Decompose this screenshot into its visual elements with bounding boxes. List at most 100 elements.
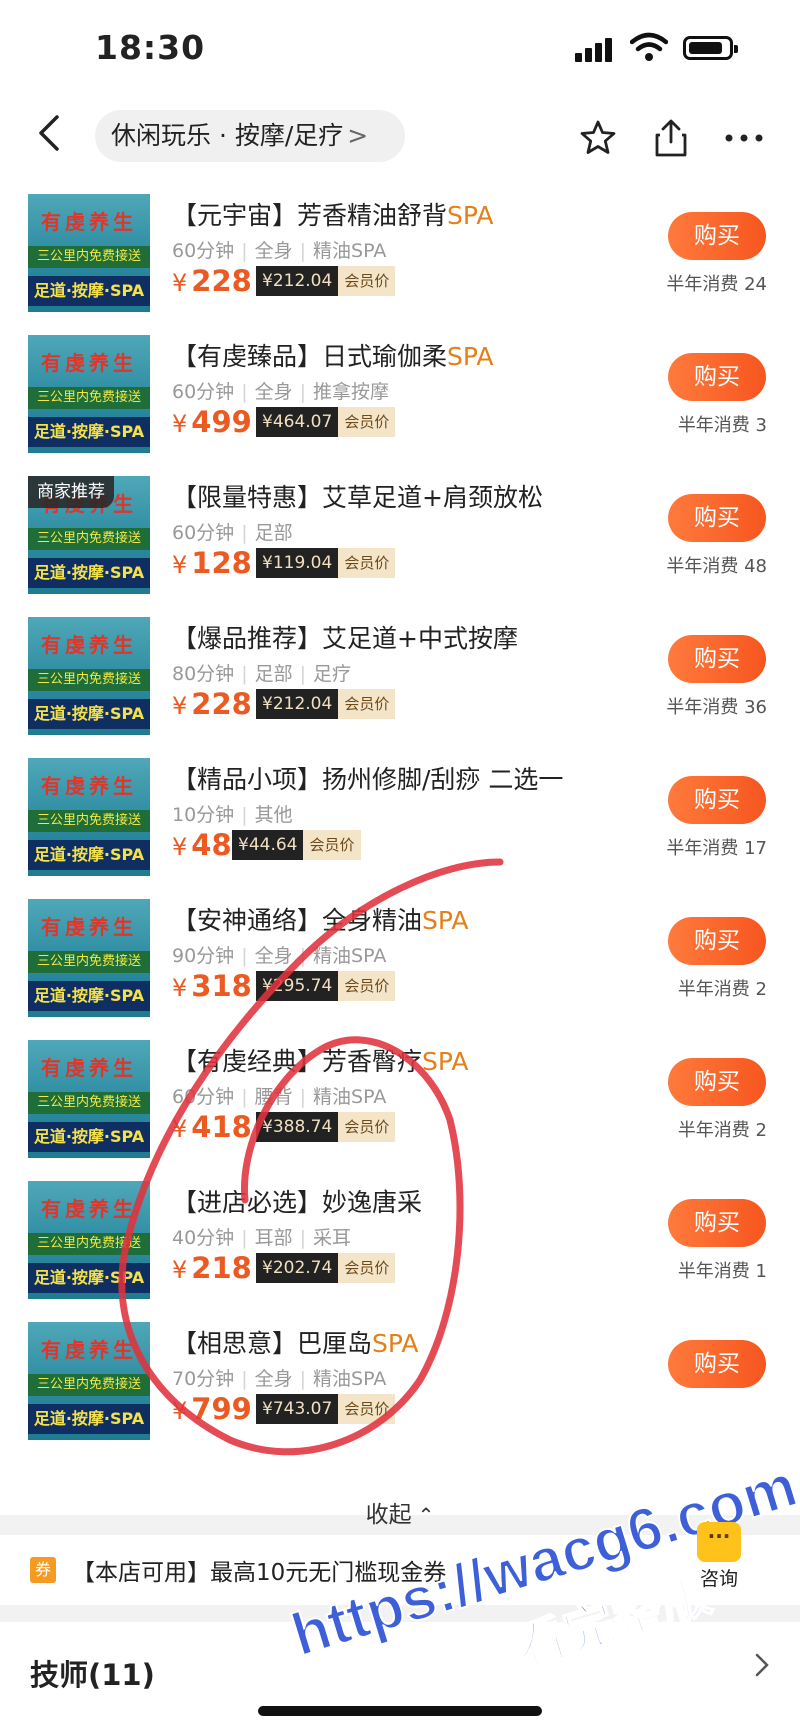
breadcrumb-arrow: > xyxy=(347,121,369,150)
buy-button[interactable]: 购买 xyxy=(668,917,766,965)
thumb-brand: 有虔养生 xyxy=(41,633,137,657)
meta-value: 60分钟 xyxy=(172,522,235,544)
member-label: 会员价 xyxy=(338,689,396,719)
member-price: ¥464.07 xyxy=(256,407,339,437)
thumb-slogan: 三公里内免费接送 xyxy=(28,387,150,409)
more-icon[interactable] xyxy=(718,112,770,164)
sales-count: 半年消费 2 xyxy=(677,979,767,1000)
sales-count: 半年消费 17 xyxy=(666,838,767,859)
meta-value: 60分钟 xyxy=(172,1086,235,1108)
thumb-slogan: 三公里内免费接送 xyxy=(28,669,150,691)
item-price: ¥418 xyxy=(172,1110,252,1144)
meta-divider: | xyxy=(241,1368,248,1390)
star-icon[interactable] xyxy=(572,112,624,164)
meta-value: 足部 xyxy=(254,522,293,544)
item-meta: 60分钟 | 足部 xyxy=(172,518,293,545)
thumb-services: 足道·按摩·SPA xyxy=(28,981,150,1011)
service-item[interactable]: 有虔养生 三公里内免费接送 足道·按摩·SPA 【相思意】巴厘岛SPA 70分钟 | 全身 |… xyxy=(0,1308,800,1449)
member-price-badge: ¥388.74 会员价 xyxy=(256,1112,396,1142)
nav-bar: 休闲玩乐 · 按摩/足疗 > xyxy=(0,100,800,180)
buy-button[interactable]: 购买 xyxy=(668,353,766,401)
member-label: 会员价 xyxy=(338,1112,396,1142)
technicians-title: 技师(11) xyxy=(30,1658,155,1692)
item-title: 【有虔臻品】日式瑜伽柔SPA xyxy=(172,337,493,373)
item-title-text: 【爆品推荐】艾足道+中式按摩 xyxy=(172,624,518,653)
back-icon[interactable] xyxy=(30,113,70,163)
thumb-brand: 有虔养生 xyxy=(41,915,137,939)
item-thumbnail[interactable]: 有虔养生三公里内免费接送足道·按摩·SPA xyxy=(28,1322,150,1440)
consult-button[interactable]: ··· 咨询 xyxy=(688,1522,750,1591)
member-price-badge: ¥295.74 会员价 xyxy=(256,971,396,1001)
item-thumbnail[interactable]: 有虔养生三公里内免费接送足道·按摩·SPA xyxy=(28,1040,150,1158)
thumb-brand: 有虔养生 xyxy=(41,1056,137,1080)
currency-symbol: ¥ xyxy=(172,1115,188,1143)
item-price-value: 128 xyxy=(191,546,252,580)
member-price-badge: ¥119.04 会员价 xyxy=(256,548,396,578)
member-price-badge: ¥212.04 会员价 xyxy=(256,266,396,296)
item-thumbnail[interactable]: 有虔养生三公里内免费接送足道·按摩·SPA xyxy=(28,899,150,1017)
service-item[interactable]: 有虔养生 三公里内免费接送 足道·按摩·SPA 【爆品推荐】艾足道+中式按摩 80分钟 |… xyxy=(0,603,800,744)
service-item[interactable]: 有虔养生 三公里内免费接送 足道·按摩·SPA 【元宇宙】芳香精油舒背SPA 60分钟 |… xyxy=(0,180,800,321)
thumb-services: 足道·按摩·SPA xyxy=(28,840,150,870)
buy-button[interactable]: 购买 xyxy=(668,212,766,260)
service-item[interactable]: 有虔养生 三公里内免费接送 足道·按摩·SPA 【精品小项】扬州修脚/刮痧 二选一 10… xyxy=(0,744,800,885)
buy-button[interactable]: 购买 xyxy=(668,1340,766,1388)
wifi-icon xyxy=(630,32,668,61)
service-item[interactable]: 有虔养生 三公里内免费接送 足道·按摩·SPA 【有虔臻品】日式瑜伽柔SPA 60分钟 |… xyxy=(0,321,800,462)
buy-button[interactable]: 购买 xyxy=(668,1199,766,1247)
sales-count: 半年消费 36 xyxy=(666,697,767,718)
meta-value: 耳部 xyxy=(254,1227,293,1249)
item-meta: 70分钟 | 全身 | 精油SPA xyxy=(172,1364,386,1391)
item-thumbnail[interactable]: 有虔养生三公里内免费接送足道·按摩·SPA xyxy=(28,194,150,312)
item-title-text: 【精品小项】扬州修脚/刮痧 二选一 xyxy=(172,765,564,794)
member-price: ¥212.04 xyxy=(256,266,339,296)
item-price: ¥799 xyxy=(172,1392,252,1426)
meta-divider: | xyxy=(299,1227,307,1249)
thumb-slogan: 三公里内免费接送 xyxy=(28,1374,150,1396)
item-title: 【精品小项】扬州修脚/刮痧 二选一 xyxy=(172,760,563,796)
chevron-right-icon xyxy=(754,1652,770,1685)
thumb-brand: 有虔养生 xyxy=(41,1197,137,1221)
service-item[interactable]: 有虔养生 三公里内免费接送 足道·按摩·SPA 【进店必选】妙逸唐采 40分钟 | 耳部 | 采… xyxy=(0,1167,800,1308)
member-label: 会员价 xyxy=(338,971,396,1001)
buy-button[interactable]: 购买 xyxy=(668,635,766,683)
item-meta: 60分钟 | 全身 | 推拿按摩 xyxy=(172,377,389,404)
service-item[interactable]: 有虔养生 三公里内免费接送 足道·按摩·SPA 【有虔经典】芳香臀疗SPA 60分钟 | 腰… xyxy=(0,1026,800,1167)
buy-button[interactable]: 购买 xyxy=(668,494,766,542)
breadcrumb[interactable]: 休闲玩乐 · 按摩/足疗 > xyxy=(95,110,405,162)
item-thumbnail[interactable]: 有虔养生三公里内免费接送足道·按摩·SPA xyxy=(28,758,150,876)
member-label: 会员价 xyxy=(338,407,396,437)
item-meta: 40分钟 | 耳部 | 采耳 xyxy=(172,1223,351,1250)
collapse-button[interactable]: 收起 ⌃ xyxy=(0,1495,800,1529)
currency-symbol: ¥ xyxy=(172,1256,188,1284)
buy-button[interactable]: 购买 xyxy=(668,776,766,824)
meta-divider: | xyxy=(299,381,307,403)
item-price-value: 218 xyxy=(191,1251,252,1285)
currency-symbol: ¥ xyxy=(172,974,188,1002)
item-price-value: 48 xyxy=(191,828,232,862)
thumb-services: 足道·按摩·SPA xyxy=(28,1404,150,1434)
item-price-value: 499 xyxy=(191,405,252,439)
item-title-suffix: SPA xyxy=(422,1047,469,1076)
service-item[interactable]: 有虔养生 三公里内免费接送 足道·按摩·SPA 【安神通络】全身精油SPA 90分钟 | 全… xyxy=(0,885,800,1026)
home-indicator xyxy=(258,1706,542,1716)
meta-value: 10分钟 xyxy=(172,804,235,826)
service-item[interactable]: 有虔养生三公里内免费接送足道·按摩·SPA商家推荐【限量特惠】艾草足道+肩颈放松… xyxy=(0,462,800,603)
share-icon[interactable] xyxy=(645,112,697,164)
sales-count: 半年消费 24 xyxy=(666,274,767,295)
item-title-text: 【有虔臻品】日式瑜伽柔 xyxy=(172,342,448,371)
member-price-badge: ¥464.07 会员价 xyxy=(256,407,396,437)
item-meta: 60分钟 | 全身 | 精油SPA xyxy=(172,236,386,263)
meta-value: 足疗 xyxy=(313,663,352,685)
buy-button[interactable]: 购买 xyxy=(668,1058,766,1106)
item-thumbnail[interactable]: 有虔养生三公里内免费接送足道·按摩·SPA xyxy=(28,1181,150,1299)
item-title: 【限量特惠】艾草足道+肩颈放松 xyxy=(172,478,543,514)
currency-symbol: ¥ xyxy=(172,410,188,438)
item-thumbnail[interactable]: 有虔养生三公里内免费接送足道·按摩·SPA xyxy=(28,335,150,453)
coupon-bar[interactable]: 券 【本店可用】最高10元无门槛现金券 xyxy=(0,1535,800,1605)
meta-divider: | xyxy=(241,945,248,967)
item-thumbnail[interactable]: 有虔养生三公里内免费接送足道·按摩·SPA xyxy=(28,617,150,735)
currency-symbol: ¥ xyxy=(172,1397,188,1425)
meta-divider: | xyxy=(299,1368,307,1390)
meta-divider: | xyxy=(299,945,307,967)
